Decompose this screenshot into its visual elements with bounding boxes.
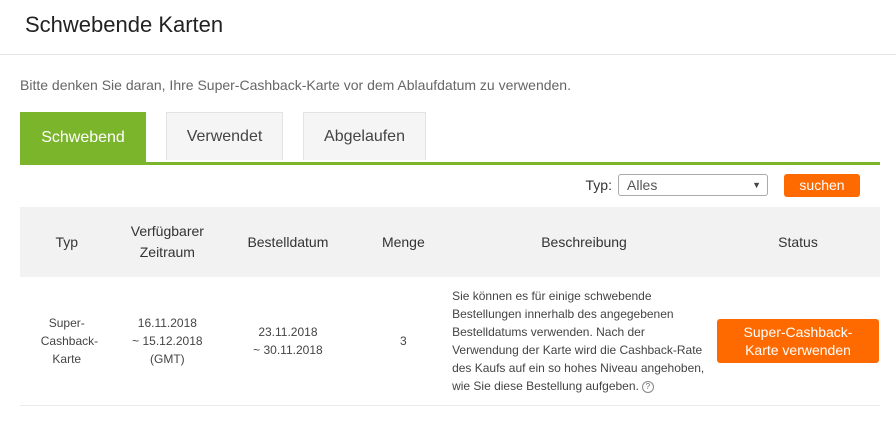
column-header-status: Status xyxy=(716,207,880,277)
column-header-period: Verfügbarer Zeitraum xyxy=(113,207,222,277)
order-date-start: 23.11.2018 xyxy=(258,325,318,339)
tab-pending[interactable]: Schwebend xyxy=(20,112,146,162)
description-text: Sie können es für einige schwebende Best… xyxy=(452,289,705,393)
type-filter-label: Typ: xyxy=(585,177,612,193)
cards-table: Typ Verfügbarer Zeitraum Bestelldatum Me… xyxy=(20,207,880,406)
page-title: Schwebende Karten xyxy=(25,12,224,37)
card-type-cell: Super-Cashback-Karte xyxy=(20,277,114,406)
page-header: Schwebende Karten xyxy=(0,0,896,55)
table-row: Super-Cashback-Karte 16.11.2018 ~ 15.12.… xyxy=(20,277,880,406)
tab-expired[interactable]: Abgelaufen xyxy=(303,112,426,160)
chevron-down-icon: ▼ xyxy=(752,180,761,190)
help-icon[interactable]: ? xyxy=(641,380,654,393)
period-end: ~ 15.12.2018 (GMT) xyxy=(132,334,203,366)
tab-used[interactable]: Verwendet xyxy=(166,112,283,160)
column-header-order-date: Bestelldatum xyxy=(221,207,355,277)
search-button[interactable]: suchen xyxy=(784,173,860,197)
expiry-notice: Bitte denken Sie daran, Ihre Super-Cashb… xyxy=(20,77,571,93)
type-select[interactable]: Alles ▼ xyxy=(618,174,768,196)
status-cell: Super-Cashback-Karte verwenden xyxy=(716,277,880,406)
status-tabs: Schwebend Verwendet Abgelaufen xyxy=(20,112,880,165)
order-date-end: ~ 30.11.2018 xyxy=(253,343,323,357)
type-select-value: Alles xyxy=(627,177,658,193)
column-header-quantity: Menge xyxy=(354,207,453,277)
description-cell: Sie können es für einige schwebende Best… xyxy=(452,277,716,406)
period-start: 16.11.2018 xyxy=(137,316,197,330)
column-header-type: Typ xyxy=(20,207,114,277)
quantity-cell: 3 xyxy=(354,277,453,406)
period-cell: 16.11.2018 ~ 15.12.2018 (GMT) xyxy=(113,277,222,406)
order-date-cell: 23.11.2018 ~ 30.11.2018 xyxy=(221,277,355,406)
filter-bar: Typ: Alles ▼ suchen xyxy=(586,173,860,197)
column-header-description: Beschreibung xyxy=(452,207,716,277)
card-type: Super-Cashback-Karte xyxy=(40,316,99,366)
table-header-row: Typ Verfügbarer Zeitraum Bestelldatum Me… xyxy=(20,207,880,277)
use-card-button[interactable]: Super-Cashback-Karte verwenden xyxy=(717,319,879,363)
